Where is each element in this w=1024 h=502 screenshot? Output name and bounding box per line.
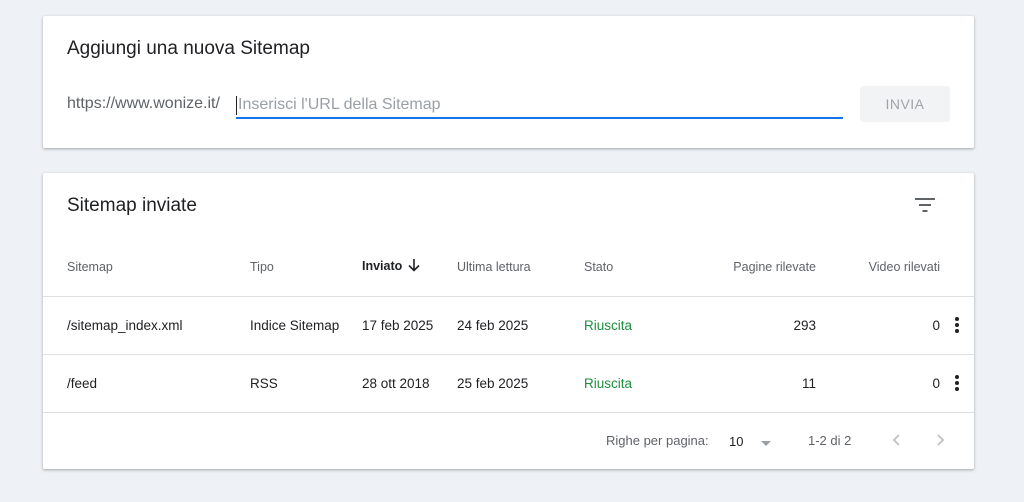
submit-button[interactable]: INVIA [860, 86, 950, 122]
cell-stato: Riuscita [584, 354, 670, 413]
add-sitemap-title: Aggiungi una nuova Sitemap [67, 38, 310, 59]
submitted-sitemaps-card: Sitemap inviate Sitemap Tipo Inviato Ult… [43, 173, 974, 469]
column-header-video-rilevati[interactable]: Video rilevati [816, 238, 940, 297]
cell-sitemap: /sitemap_index.xml [43, 296, 250, 355]
cell-actions [940, 296, 974, 355]
pagination-footer: Righe per pagina: 10 1-2 di 2 [43, 412, 974, 466]
pagination-range: 1-2 di 2 [808, 433, 852, 448]
cell-actions [940, 354, 974, 413]
more-vert-icon[interactable] [947, 315, 967, 335]
rows-per-page-select[interactable]: 10 [729, 430, 773, 452]
chevron-left-icon[interactable] [884, 428, 908, 452]
column-header-inviato[interactable]: Inviato [362, 238, 457, 297]
sitemaps-table: Sitemap Tipo Inviato Ultima lettura Stat… [43, 238, 974, 413]
column-header-sitemap[interactable]: Sitemap [43, 238, 250, 297]
cell-ultima-lettura: 24 feb 2025 [457, 296, 584, 355]
column-header-inviato-label: Inviato [362, 258, 403, 273]
column-header-pagine-rilevate[interactable]: Pagine rilevate [670, 238, 816, 297]
cell-tipo: Indice Sitemap [250, 296, 362, 355]
more-vert-icon[interactable] [947, 373, 967, 393]
submitted-sitemaps-title: Sitemap inviate [67, 195, 197, 216]
cell-ultima-lettura: 25 feb 2025 [457, 354, 584, 413]
add-sitemap-card: Aggiungi una nuova Sitemap https://www.w… [43, 16, 974, 148]
dropdown-arrow-icon [761, 434, 772, 449]
column-header-ultima-lettura[interactable]: Ultima lettura [457, 238, 584, 297]
column-header-tipo[interactable]: Tipo [250, 238, 362, 297]
cell-video: 0 [816, 354, 940, 413]
column-header-stato[interactable]: Stato [584, 238, 670, 297]
arrow-down-icon [408, 258, 420, 275]
rows-per-page-label: Righe per pagina: [606, 433, 709, 448]
text-cursor [236, 96, 237, 115]
sitemap-url-input[interactable] [236, 92, 843, 119]
domain-prefix: https://www.wonize.it/ [67, 95, 220, 112]
rows-per-page-value: 10 [729, 433, 744, 449]
cell-inviato: 28 ott 2018 [362, 354, 457, 413]
cell-pagine: 11 [670, 354, 816, 413]
cell-sitemap: /feed [43, 354, 250, 413]
cell-inviato: 17 feb 2025 [362, 296, 457, 355]
cell-stato: Riuscita [584, 296, 670, 355]
chevron-right-icon[interactable] [929, 428, 953, 452]
cell-tipo: RSS [250, 354, 362, 413]
filter-icon[interactable] [913, 193, 937, 217]
table-header-row: Sitemap Tipo Inviato Ultima lettura Stat… [43, 238, 974, 297]
table-row[interactable]: /sitemap_index.xml Indice Sitemap 17 feb… [43, 296, 974, 355]
table-row[interactable]: /feed RSS 28 ott 2018 25 feb 2025 Riusci… [43, 354, 974, 413]
cell-pagine: 293 [670, 296, 816, 355]
cell-video: 0 [816, 296, 940, 355]
column-header-actions [940, 238, 974, 297]
